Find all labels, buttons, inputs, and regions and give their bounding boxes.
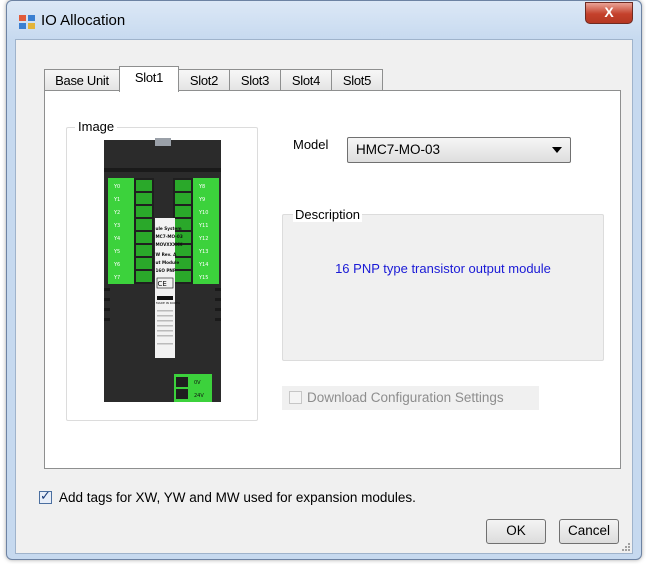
terminal-label: Y12 (198, 236, 208, 242)
chevron-down-icon (552, 147, 562, 153)
label-line: MC7-MO-03 (156, 234, 183, 239)
close-icon: X (604, 4, 614, 20)
terminal-label: Y8 (198, 184, 205, 190)
slot1-tab-panel: Image Y0 Y1 Y2 Y3 Y4 Y5 Y6 Y7 Y8 Y9 Y10 … (44, 90, 621, 469)
tab-slot5[interactable]: Slot5 (331, 69, 383, 91)
label-line: MADE IN KOREA (156, 301, 181, 305)
ce-mark: CE (158, 280, 167, 288)
dialog-client-area: Base Unit Slot1 Slot2 Slot3 Slot4 Slot5 … (15, 39, 633, 554)
cancel-button[interactable]: Cancel (559, 519, 619, 544)
model-value: HMC7-MO-03 (356, 142, 441, 157)
description-group: Description 16 PNP type transistor outpu… (282, 207, 604, 361)
label-line: ule System (156, 226, 183, 231)
terminal-label: Y14 (198, 262, 208, 268)
terminal-label: Y2 (113, 210, 120, 216)
label-line: 16O PNP (156, 268, 177, 273)
ok-button[interactable]: OK (486, 519, 546, 544)
terminal-label: Y10 (198, 210, 208, 216)
app-icon (19, 15, 35, 29)
terminal-label: Y15 (198, 275, 208, 281)
download-config-label: Download Configuration Settings (307, 390, 504, 405)
image-group-label: Image (75, 119, 118, 134)
tab-base-unit[interactable]: Base Unit (44, 69, 120, 91)
checkbox-box: ✓ (39, 488, 52, 504)
image-group: Image Y0 Y1 Y2 Y3 Y4 Y5 Y6 Y7 Y8 Y9 Y10 … (66, 119, 258, 421)
tab-slot1[interactable]: Slot1 (119, 66, 179, 92)
title-bar[interactable]: IO Allocation X (7, 1, 641, 41)
close-button[interactable]: X (585, 2, 633, 24)
model-label: Model (293, 137, 329, 152)
label-line: ut Module (156, 260, 180, 265)
label-line: MOVXXXXX (156, 242, 184, 247)
check-icon: ✓ (40, 488, 51, 503)
tab-slot3[interactable]: Slot3 (229, 69, 281, 91)
description-label: Description (293, 207, 363, 222)
download-config-checkbox[interactable]: Download Configuration Settings (282, 386, 539, 410)
terminal-label: Y1 (113, 197, 120, 203)
io-allocation-dialog: IO Allocation X Base Unit Slot1 Slot2 Sl… (6, 0, 642, 560)
terminal-label: 24V (194, 393, 204, 399)
module-image: Y0 Y1 Y2 Y3 Y4 Y5 Y6 Y7 Y8 Y9 Y10 Y11 Y1… (104, 138, 221, 402)
terminal-label: Y13 (198, 249, 208, 255)
tab-slot2[interactable]: Slot2 (178, 69, 230, 91)
resize-grip-icon[interactable] (620, 541, 630, 551)
checkbox-box (289, 391, 302, 404)
terminal-label: Y0 (113, 184, 120, 190)
terminal-label: Y11 (198, 223, 208, 229)
label-line: W Rev. A (156, 252, 178, 257)
terminal-label: Y7 (113, 275, 120, 281)
terminal-label: Y4 (113, 236, 120, 242)
description-text: 16 PNP type transistor output module (335, 261, 551, 276)
terminal-label: Y6 (113, 262, 120, 268)
tab-slot4[interactable]: Slot4 (280, 69, 332, 91)
add-tags-label: Add tags for XW, YW and MW used for expa… (59, 490, 416, 505)
terminal-label: Y5 (113, 249, 120, 255)
model-dropdown[interactable]: HMC7-MO-03 (347, 137, 571, 163)
terminal-label: 0V (194, 380, 201, 386)
window-title: IO Allocation (41, 12, 126, 29)
terminal-label: Y9 (198, 197, 205, 203)
terminal-label: Y3 (113, 223, 120, 229)
